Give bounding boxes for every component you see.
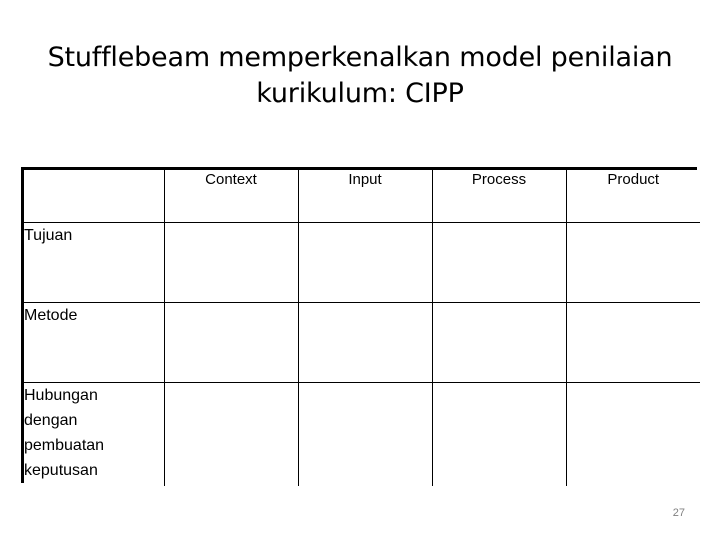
cell-hubungan-process [431,381,567,486]
row-header-hubungan-dengan-pembuatan-keputusan: Hubungan dengan pembuatan keputusan [24,381,165,486]
cell-hubungan-product [565,381,700,486]
row-header-metode: Metode [24,301,165,383]
column-header-input: Input [297,170,433,223]
column-header-process: Process [431,170,567,223]
page-number: 27 [672,507,685,519]
table-corner-cell [24,170,165,223]
page-title: Stufflebeam memperkenalkan model penilai… [47,42,673,109]
cell-tujuan-product [565,221,700,303]
table-row: Hubungan dengan pembuatan keputusan [24,381,700,486]
cell-metode-product [565,301,700,383]
cell-metode-process [431,301,567,383]
row-header-tujuan: Tujuan [24,221,165,303]
column-header-context: Context [163,170,299,223]
table-row: Metode [24,301,700,383]
table-header-row: Context Input Process Product [24,170,700,223]
matrix-grid: Context Input Process Product Tujuan Met… [24,170,700,486]
slide-canvas: Stufflebeam memperkenalkan model penilai… [0,0,720,540]
cell-hubungan-context [163,381,299,486]
cell-metode-input [297,301,433,383]
cell-tujuan-process [431,221,567,303]
cell-metode-context [163,301,299,383]
table-row: Tujuan [24,221,700,303]
cell-tujuan-context [163,221,299,303]
cipp-matrix-table: Context Input Process Product Tujuan Met… [21,167,700,486]
column-header-product: Product [565,170,700,223]
cell-tujuan-input [297,221,433,303]
cell-hubungan-input [297,381,433,486]
